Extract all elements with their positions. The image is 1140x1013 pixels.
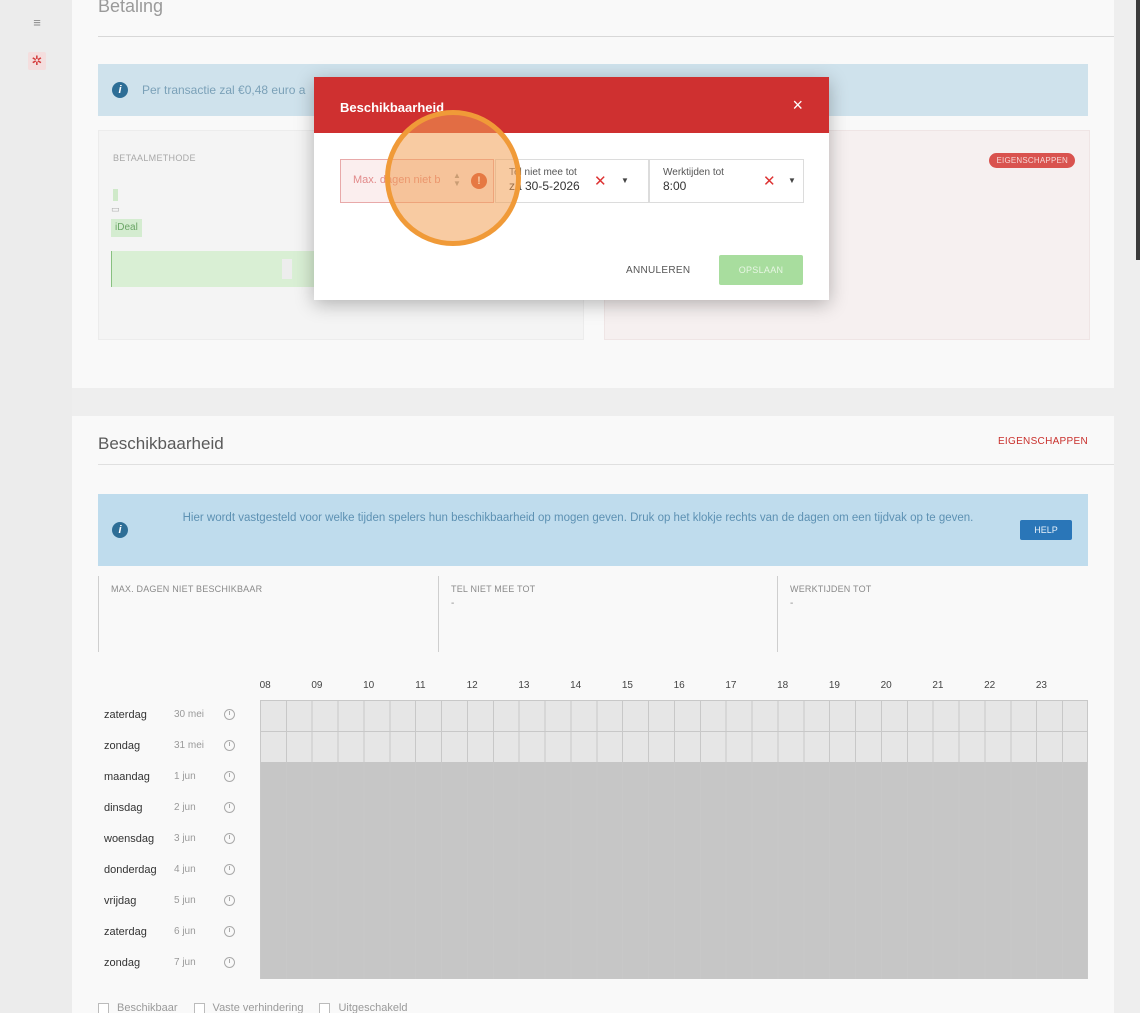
cancel-button[interactable]: ANNULEREN <box>626 265 690 276</box>
chevron-down-icon[interactable]: ▼ <box>621 176 629 185</box>
werktijden-tot-select[interactable]: Werktijden tot 8:00 ✕ ▼ <box>649 159 804 203</box>
close-icon[interactable]: × <box>792 95 803 116</box>
clear-icon[interactable]: ✕ <box>763 172 776 190</box>
werktijden-tot-value: 8:00 <box>663 179 687 193</box>
click-highlight-marker <box>385 110 521 246</box>
chevron-down-icon[interactable]: ▼ <box>788 176 796 185</box>
dialog-header: Beschikbaarheid × <box>314 77 829 133</box>
save-button[interactable]: OPSLAAN <box>719 255 803 285</box>
dialog-title: Beschikbaarheid <box>340 100 445 115</box>
clear-icon[interactable]: ✕ <box>594 172 607 190</box>
werktijden-tot-label: Werktijden tot <box>663 167 724 178</box>
